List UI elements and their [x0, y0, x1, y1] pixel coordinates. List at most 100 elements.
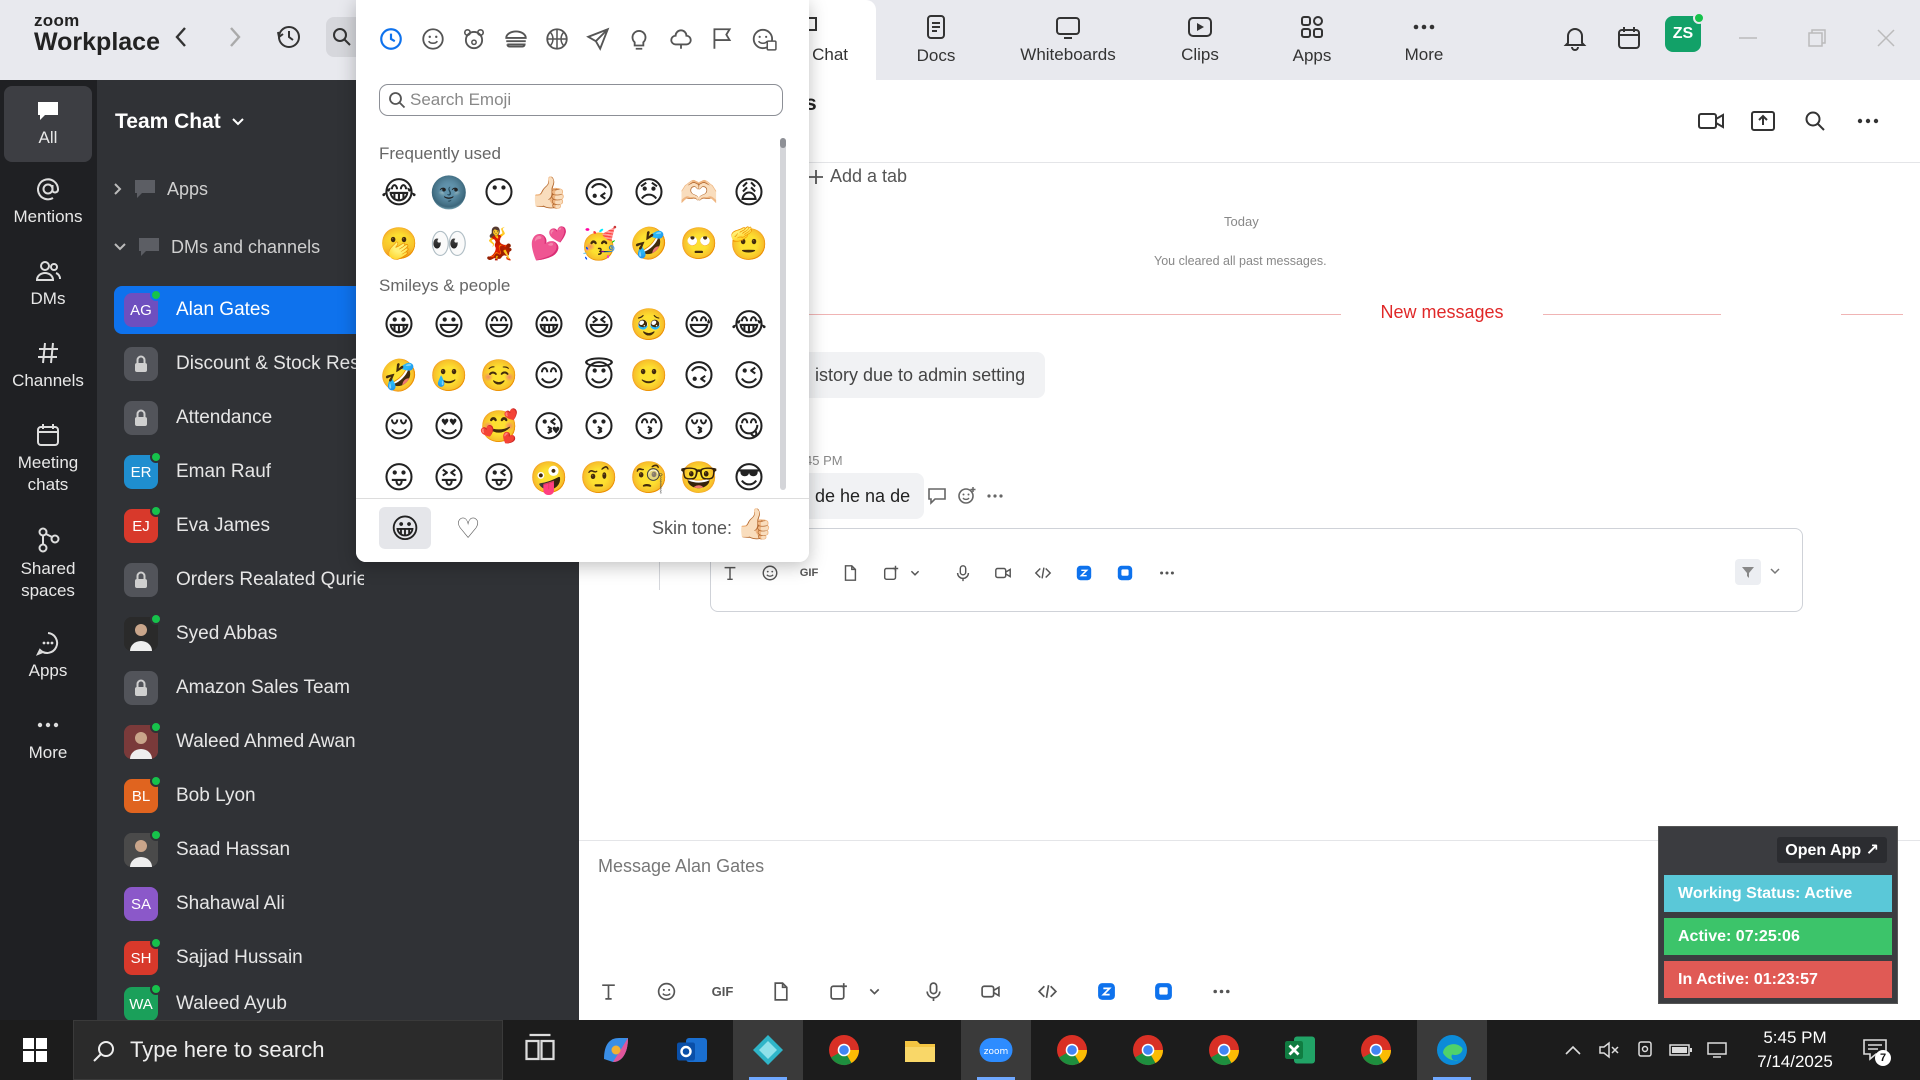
chevron-down-button[interactable] [861, 978, 888, 1005]
emoji-option[interactable]: ☺️ [478, 355, 520, 397]
emoji-option[interactable]: 🤪 [528, 457, 570, 499]
emoji-button[interactable] [758, 561, 782, 585]
microphone-button[interactable] [951, 561, 975, 585]
video-call-button[interactable] [1696, 106, 1726, 136]
emoji-option[interactable]: 😎 [728, 457, 770, 499]
text-format-button[interactable] [718, 561, 742, 585]
code-snippet-button[interactable] [1031, 561, 1055, 585]
zoom-app-button[interactable] [1072, 561, 1096, 585]
top-search-button[interactable] [326, 17, 358, 57]
screenshot-button[interactable] [825, 978, 852, 1005]
emoji-option[interactable]: 🥹 [628, 304, 670, 346]
team-chat-dropdown[interactable]: Team Chat [115, 110, 245, 134]
footer-tab-favorites[interactable]: ♡ [442, 507, 494, 549]
emoji-option[interactable]: 😂 [378, 172, 420, 214]
taskbar-app-chrome-1[interactable] [809, 1020, 879, 1080]
chat-options-button[interactable] [1853, 106, 1883, 136]
emoji-option[interactable]: 🌚 [428, 172, 470, 214]
emoji-option[interactable]: 😞 [628, 172, 670, 214]
taskbar-app-task-view[interactable] [505, 1020, 575, 1080]
add-reaction-button[interactable] [955, 484, 979, 508]
taskbar-app-chrome-2[interactable] [1037, 1020, 1107, 1080]
notification-center-button[interactable]: 7 [1855, 1020, 1895, 1080]
emoji-search-field[interactable] [379, 84, 783, 116]
start-button[interactable] [0, 1020, 70, 1080]
scroll-thumb[interactable] [780, 138, 786, 490]
video-message-button[interactable] [977, 978, 1004, 1005]
emoji-option[interactable]: 🤣 [628, 223, 670, 265]
notifications-button[interactable] [1557, 20, 1593, 56]
tray-overflow-button[interactable] [1558, 1020, 1588, 1080]
chat-item[interactable]: WA Waleed Ayub [114, 983, 584, 1021]
reply-button[interactable] [925, 484, 949, 508]
group-dms-channels[interactable]: DMs and channels [113, 236, 320, 258]
taskbar-search[interactable]: Type here to search [73, 1020, 503, 1080]
emoji-option[interactable]: 🤣 [378, 355, 420, 397]
emoji-category-recent[interactable] [376, 24, 406, 54]
emoji-option[interactable]: 😝 [428, 457, 470, 499]
network-button[interactable] [1702, 1020, 1732, 1080]
emoji-option[interactable]: 🧐 [628, 457, 670, 499]
code-snippet-button[interactable] [1034, 978, 1061, 1005]
text-format-button[interactable] [595, 978, 622, 1005]
emoji-scrollbar[interactable] [780, 138, 786, 490]
emoji-option[interactable]: 😙 [628, 406, 670, 448]
chat-item[interactable]: SH Sajjad Hussain [114, 934, 584, 982]
emoji-option[interactable]: 🙂 [628, 355, 670, 397]
taskbar-app-chrome-3[interactable] [1113, 1020, 1183, 1080]
taskbar-app-excel[interactable] [1265, 1020, 1335, 1080]
chat-item[interactable]: Syed Abbas [114, 610, 584, 658]
skin-tone-selector[interactable]: 👍🏻 [736, 507, 773, 542]
forward-button[interactable] [220, 22, 250, 52]
emoji-category-activity[interactable] [542, 24, 572, 54]
zoom-chat-app-button[interactable] [1150, 978, 1177, 1005]
emoji-option[interactable]: 🫢 [378, 223, 420, 265]
emoji-option[interactable]: 😶 [478, 172, 520, 214]
minimize-button[interactable] [1730, 20, 1766, 56]
meet-now-button[interactable] [1630, 1020, 1660, 1080]
file-button[interactable] [767, 978, 794, 1005]
emoji-category-objects[interactable] [624, 24, 654, 54]
tab-more[interactable]: More [1384, 0, 1464, 80]
emoji-option[interactable]: 😉 [728, 355, 770, 397]
taskbar-app-zoom[interactable]: zoom [961, 1020, 1031, 1080]
footer-tab-emoji[interactable]: 😀 [379, 507, 431, 549]
chat-item[interactable]: Amazon Sales Team [114, 664, 584, 712]
emoji-option[interactable]: 😗 [578, 406, 620, 448]
send-button[interactable] [1735, 559, 1761, 585]
video-message-button[interactable] [991, 561, 1015, 585]
taskbar-app-app-diamond[interactable] [733, 1020, 803, 1080]
rail-item-mentions[interactable]: Mentions [4, 176, 92, 228]
emoji-option[interactable]: 😌 [378, 406, 420, 448]
emoji-option[interactable]: 😃 [428, 304, 470, 346]
emoji-option[interactable]: 😁 [528, 304, 570, 346]
taskbar-app-chrome-4[interactable] [1189, 1020, 1259, 1080]
emoji-category-animal[interactable] [459, 24, 489, 54]
emoji-option[interactable]: 😇 [578, 355, 620, 397]
emoji-option[interactable]: 😄 [478, 304, 520, 346]
emoji-option[interactable]: 🥰 [478, 406, 520, 448]
group-apps[interactable]: Apps [113, 178, 208, 200]
emoji-button[interactable] [653, 978, 680, 1005]
rail-item-dms[interactable]: DMs [4, 258, 92, 310]
add-tab-button[interactable]: Add a tab [808, 166, 907, 187]
open-app-button[interactable]: Open App ↗ [1777, 837, 1887, 863]
more-button[interactable] [1208, 978, 1235, 1005]
volume-button[interactable] [1594, 1020, 1624, 1080]
emoji-option[interactable]: 🥳 [578, 223, 620, 265]
chat-item[interactable]: Waleed Ahmed Awan [114, 718, 584, 766]
taskbar-app-edge[interactable] [1417, 1020, 1487, 1080]
share-screen-button[interactable] [1748, 106, 1778, 136]
emoji-option[interactable]: 💃 [478, 223, 520, 265]
rail-item-shared-spaces[interactable]: Shared spaces [4, 526, 92, 602]
taskbar-app-outlook[interactable] [657, 1020, 727, 1080]
zoom-chat-app-button[interactable] [1113, 561, 1137, 585]
emoji-option[interactable]: 😚 [678, 406, 720, 448]
chevron-down-button[interactable] [903, 561, 927, 585]
close-button[interactable] [1868, 20, 1904, 56]
emoji-option[interactable]: 😩 [728, 172, 770, 214]
zoom-app-button[interactable] [1093, 978, 1120, 1005]
battery-button[interactable] [1666, 1020, 1696, 1080]
screenshot-button[interactable] [879, 561, 903, 585]
emoji-category-travel[interactable] [583, 24, 613, 54]
